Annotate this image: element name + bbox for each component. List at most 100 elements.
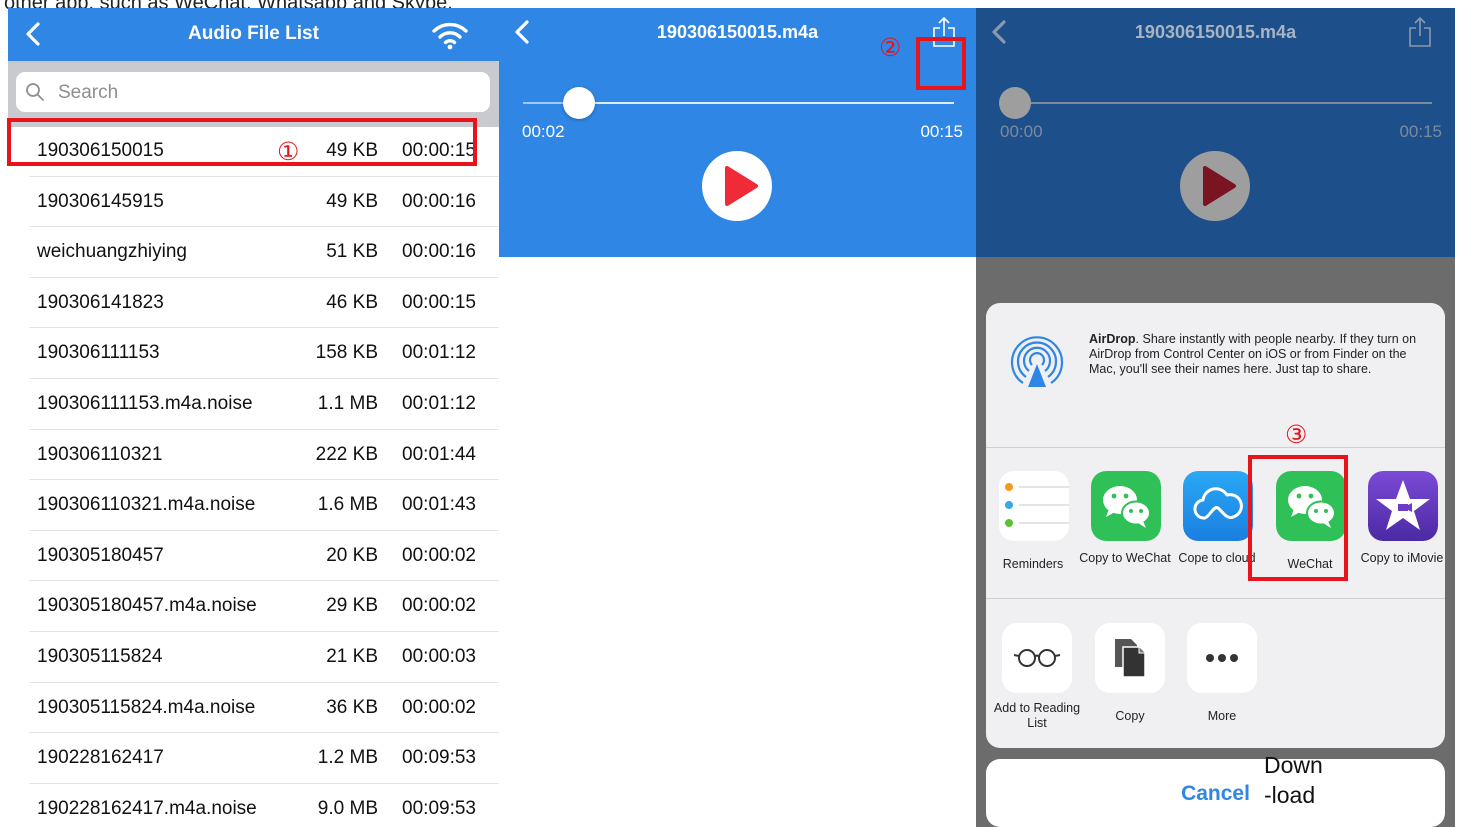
file-duration: 00:09:53: [402, 747, 476, 769]
file-duration: 00:00:16: [402, 190, 476, 212]
page-title: Audio File List: [188, 23, 319, 44]
search-placeholder: Search: [58, 82, 119, 103]
file-name: weichuangzhiying: [37, 241, 187, 263]
share-sheet: AirDrop. Share instantly with people nea…: [986, 303, 1445, 748]
file-row[interactable]: 190228162417.m4a.noise 9.0 MB 00:09:53: [8, 784, 499, 827]
file-row[interactable]: 190306110321.m4a.noise 1.6 MB 00:01:43: [8, 480, 499, 531]
file-duration: 00:00:02: [402, 696, 476, 718]
airdrop-description: AirDrop. Share instantly with people nea…: [1089, 332, 1434, 377]
search-input[interactable]: Search: [16, 72, 490, 112]
file-name: 190305180457.m4a.noise: [37, 595, 257, 617]
file-size: 222 KB: [315, 443, 378, 465]
step1-marker: ①: [277, 138, 300, 166]
file-size: 1.2 MB: [317, 747, 378, 769]
file-name: 190305115824: [37, 645, 163, 667]
download-line2: -load: [1264, 782, 1316, 808]
highlight-box-step2: [916, 37, 966, 90]
file-duration: 00:00:16: [402, 241, 476, 263]
download-annotation: Down -load: [1264, 750, 1323, 810]
file-name: 190306111153: [37, 342, 160, 364]
airdrop-icon[interactable]: [1006, 331, 1068, 393]
wechat-icon: [1091, 471, 1161, 541]
progress-slider-thumb[interactable]: [563, 87, 596, 119]
file-duration: 00:01:12: [402, 342, 476, 364]
file-size: 29 KB: [326, 595, 378, 617]
play-button[interactable]: [702, 151, 772, 221]
file-size: 1.1 MB: [317, 392, 378, 414]
action-label: Copy: [1115, 709, 1145, 723]
dimmed-player: 190306150015.m4a 00:00 00:15: [976, 8, 1455, 257]
nav-bar: Audio File List: [8, 8, 499, 61]
file-name: 190306145915: [37, 190, 164, 212]
current-time: 00:00: [1000, 122, 1043, 141]
glasses-icon: [1002, 623, 1072, 693]
file-duration: 00:01:44: [402, 443, 476, 465]
file-duration: 00:01:12: [402, 392, 476, 414]
cancel-button[interactable]: Cancel: [986, 759, 1445, 827]
step2-marker: ②: [879, 34, 902, 62]
file-name: 190305115824.m4a.noise: [37, 696, 256, 718]
file-name: 190306141823: [37, 291, 164, 313]
file-name: 190228162417.m4a.noise: [37, 797, 257, 819]
more-icon: [1187, 623, 1257, 693]
file-duration: 00:01:43: [402, 494, 476, 516]
file-name: 190306110321: [37, 443, 163, 465]
cancel-label: Cancel: [1181, 782, 1250, 805]
file-row[interactable]: 190306145915 49 KB 00:00:16: [8, 177, 499, 228]
progress-track[interactable]: [579, 102, 954, 104]
file-size: 49 KB: [326, 190, 378, 212]
action-label: More: [1207, 709, 1237, 723]
file-name: 190306111153.m4a.noise: [37, 392, 253, 414]
file-duration: 00:00:03: [402, 645, 476, 667]
play-button: [1180, 151, 1250, 221]
airdrop-body: . Share instantly with people nearby. If…: [1089, 332, 1417, 376]
file-row[interactable]: 190306111153.m4a.noise 1.1 MB 00:01:12: [8, 379, 499, 430]
share-sheet-screen: 190306150015.m4a 00:00 00:15 AirDrop. Sh…: [976, 8, 1455, 827]
file-row[interactable]: 190305115824.m4a.noise 36 KB 00:00:02: [8, 683, 499, 734]
file-size: 9.0 MB: [317, 797, 378, 819]
divider: [986, 447, 1445, 448]
file-size: 51 KB: [326, 241, 378, 263]
app-label: Reminders: [1002, 557, 1064, 571]
file-name: 190305180457: [37, 544, 164, 566]
wifi-icon[interactable]: [431, 20, 469, 50]
file-row[interactable]: 190305180457 20 KB 00:00:02: [8, 531, 499, 582]
copy-icon: [1095, 623, 1165, 693]
file-row[interactable]: weichuangzhiying 51 KB 00:00:16: [8, 227, 499, 278]
file-size: 158 KB: [315, 342, 378, 364]
file-duration: 00:00:02: [402, 595, 476, 617]
current-time: 00:02: [522, 122, 565, 141]
share-icon: [1409, 16, 1431, 47]
highlight-box-step3: [1248, 455, 1348, 581]
file-name: 190228162417: [37, 747, 164, 769]
highlight-box-step1: [7, 118, 477, 166]
file-duration: 00:00:15: [402, 291, 476, 313]
progress-track: [1014, 102, 1432, 104]
imovie-icon: [1368, 471, 1438, 541]
file-size: 1.6 MB: [317, 494, 378, 516]
player-title: 190306150015.m4a: [1134, 22, 1297, 42]
file-row[interactable]: 190306141823 46 KB 00:00:15: [8, 278, 499, 329]
file-row[interactable]: 190305180457.m4a.noise 29 KB 00:00:02: [8, 581, 499, 632]
cloud-icon: [1183, 471, 1253, 541]
file-duration: 00:00:02: [402, 544, 476, 566]
step3-marker: ③: [1285, 421, 1308, 449]
download-line1: Down: [1264, 752, 1323, 778]
app-label: Copy to WeChat: [1079, 551, 1171, 565]
player-title: 190306150015.m4a: [656, 22, 819, 42]
file-size: 20 KB: [326, 544, 378, 566]
search-icon: [26, 83, 44, 101]
file-row[interactable]: 190306110321 222 KB 00:01:44: [8, 430, 499, 481]
reminders-icon: [999, 471, 1069, 541]
divider: [986, 598, 1445, 599]
file-duration: 00:09:53: [402, 797, 476, 819]
app-label: Copy to iMovie: [1360, 551, 1444, 565]
file-name: 190306110321.m4a.noise: [37, 494, 256, 516]
file-size: 46 KB: [326, 291, 378, 313]
file-list: 190306150015 49 KB 00:00:15 190306145915 49 …: [8, 126, 499, 827]
file-row[interactable]: 190228162417 1.2 MB 00:09:53: [8, 733, 499, 784]
file-size: 21 KB: [326, 645, 378, 667]
file-row[interactable]: 190305115824 21 KB 00:00:03: [8, 632, 499, 683]
total-time: 00:15: [920, 122, 963, 141]
file-row[interactable]: 190306111153 158 KB 00:01:12: [8, 328, 499, 379]
